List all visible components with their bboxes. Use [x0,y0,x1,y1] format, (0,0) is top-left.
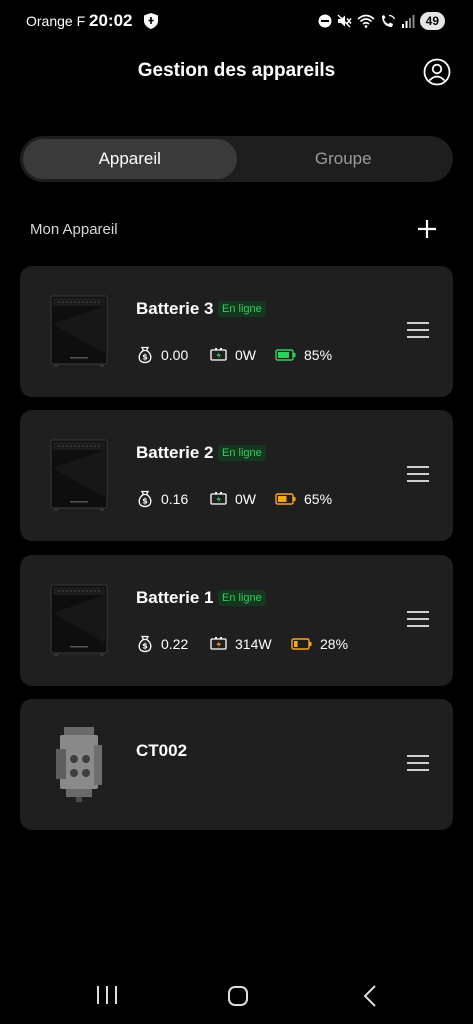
device-card-ct002[interactable]: CT002 [20,699,453,830]
device-group-tabs: Appareil Groupe [20,136,453,182]
charging-icon [210,492,227,505]
power-stat: 314W [210,636,291,652]
home-icon[interactable] [227,985,249,1007]
battery-unit-image [50,584,108,656]
menu-icon[interactable] [407,754,429,772]
device-stats: $ 0.22 314W 28% [136,635,348,653]
status-badge: En ligne [218,445,266,461]
money-bag-icon: $ [138,490,152,508]
system-nav-bar [0,964,473,1024]
power-value: 0W [235,491,256,507]
device-stats: $ 0.16 0W 65% [136,490,332,508]
battery-unit-image [50,295,108,367]
menu-icon[interactable] [407,321,429,339]
battery-icon [275,493,296,505]
device-name: Batterie 3 [136,299,214,318]
battery-stat: 85% [275,347,332,363]
battery-icon [291,638,312,650]
device-name: CT002 [136,741,188,760]
tab-appareil[interactable]: Appareil [23,139,237,179]
battery-value: 85% [304,347,333,363]
power-stat: 0W [210,491,275,507]
wifi-call-icon [381,14,395,27]
back-icon[interactable] [362,985,378,1007]
power-value: 314W [235,636,272,652]
earnings-stat: $ 0.22 [136,635,210,653]
menu-icon[interactable] [407,610,429,628]
svg-text:$: $ [142,497,148,506]
tab-groupe[interactable]: Groupe [237,139,451,179]
wifi-icon [357,14,375,28]
earnings-stat: $ 0.16 [136,490,210,508]
device-name: Batterie 2 [136,443,214,462]
money-bag-icon: $ [138,346,152,364]
carrier-label: Orange F [26,13,86,29]
device-card-batterie-3[interactable]: Batterie 3 En ligne $ 0.00 0W 85% [20,266,453,397]
device-card-batterie-2[interactable]: Batterie 2 En ligne $ 0.16 0W 65% [20,410,453,541]
battery-value: 28% [320,636,349,652]
device-stats: $ 0.00 0W 85% [136,346,332,364]
battery-icon [275,349,296,361]
earnings-stat: $ 0.00 [136,346,210,364]
charging-icon [210,637,227,650]
money-bag-icon: $ [138,635,152,653]
status-bar: Orange F 20:02 49 [0,0,473,44]
status-badge: En ligne [218,301,266,317]
status-badge: En ligne [218,590,266,606]
device-card-batterie-1[interactable]: Batterie 1 En ligne $ 0.22 314W 28% [20,555,453,686]
menu-icon[interactable] [407,465,429,483]
earnings-value: 0.22 [161,636,189,652]
signal-icon [401,15,415,28]
svg-text:$: $ [142,353,148,362]
battery-unit-image [50,439,108,511]
battery-stat: 65% [275,491,332,507]
battery-value: 65% [304,491,333,507]
device-name: Batterie 1 [136,588,214,607]
device-management-screen: Orange F 20:02 49 Gestion des appareils … [0,0,473,1024]
battery-stat: 28% [291,636,348,652]
earnings-value: 0.00 [161,347,189,363]
battery-level: 49 [419,12,445,30]
shield-icon [144,13,158,29]
system-icons: 49 [318,12,445,30]
page-title: Gestion des appareils [137,60,336,81]
ct-meter-image [56,727,102,802]
plus-icon[interactable] [417,219,437,239]
clock: 20:02 [89,11,133,30]
mute-icon [337,14,352,28]
power-value: 0W [235,347,256,363]
section-title: Mon Appareil [30,221,118,238]
power-stat: 0W [210,347,275,363]
recent-apps-icon[interactable] [96,986,118,1004]
svg-text:$: $ [142,642,148,651]
charging-icon [210,348,227,361]
dnd-icon [318,14,332,28]
earnings-value: 0.16 [161,491,189,507]
account-circle-icon[interactable] [423,58,451,86]
